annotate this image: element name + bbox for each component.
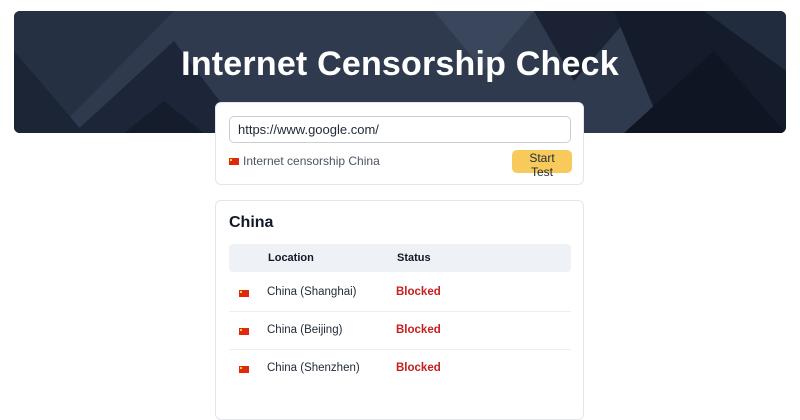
location-cell: China (Shanghai) (267, 286, 357, 298)
subtitle: Internet censorship China (229, 154, 380, 168)
table-row: China (Shenzhen) Blocked (229, 350, 571, 387)
status-cell: Blocked (396, 362, 441, 374)
status-cell: Blocked (396, 286, 441, 298)
subtitle-text: Internet censorship China (243, 154, 380, 168)
url-input[interactable] (229, 116, 571, 143)
search-card: Internet censorship China Start Test (215, 102, 584, 185)
china-flag-icon (239, 328, 249, 335)
status-column-header: Status (397, 252, 431, 264)
china-flag-icon (229, 157, 239, 165)
location-column-header: Location (268, 252, 314, 264)
table-row: China (Beijing) Blocked (229, 312, 571, 350)
start-test-button[interactable]: Start Test (512, 150, 572, 179)
table-row: China (Shanghai) Blocked (229, 274, 571, 312)
location-cell: China (Beijing) (267, 324, 343, 336)
page-title: Internet Censorship Check (181, 45, 619, 83)
china-flag-icon (239, 366, 249, 373)
results-title: China (229, 214, 274, 231)
table-header: Location Status (229, 244, 571, 272)
results-card: China Location Status China (Shanghai) B… (215, 200, 584, 420)
china-flag-icon (239, 290, 249, 297)
status-cell: Blocked (396, 324, 441, 336)
location-cell: China (Shenzhen) (267, 362, 360, 374)
